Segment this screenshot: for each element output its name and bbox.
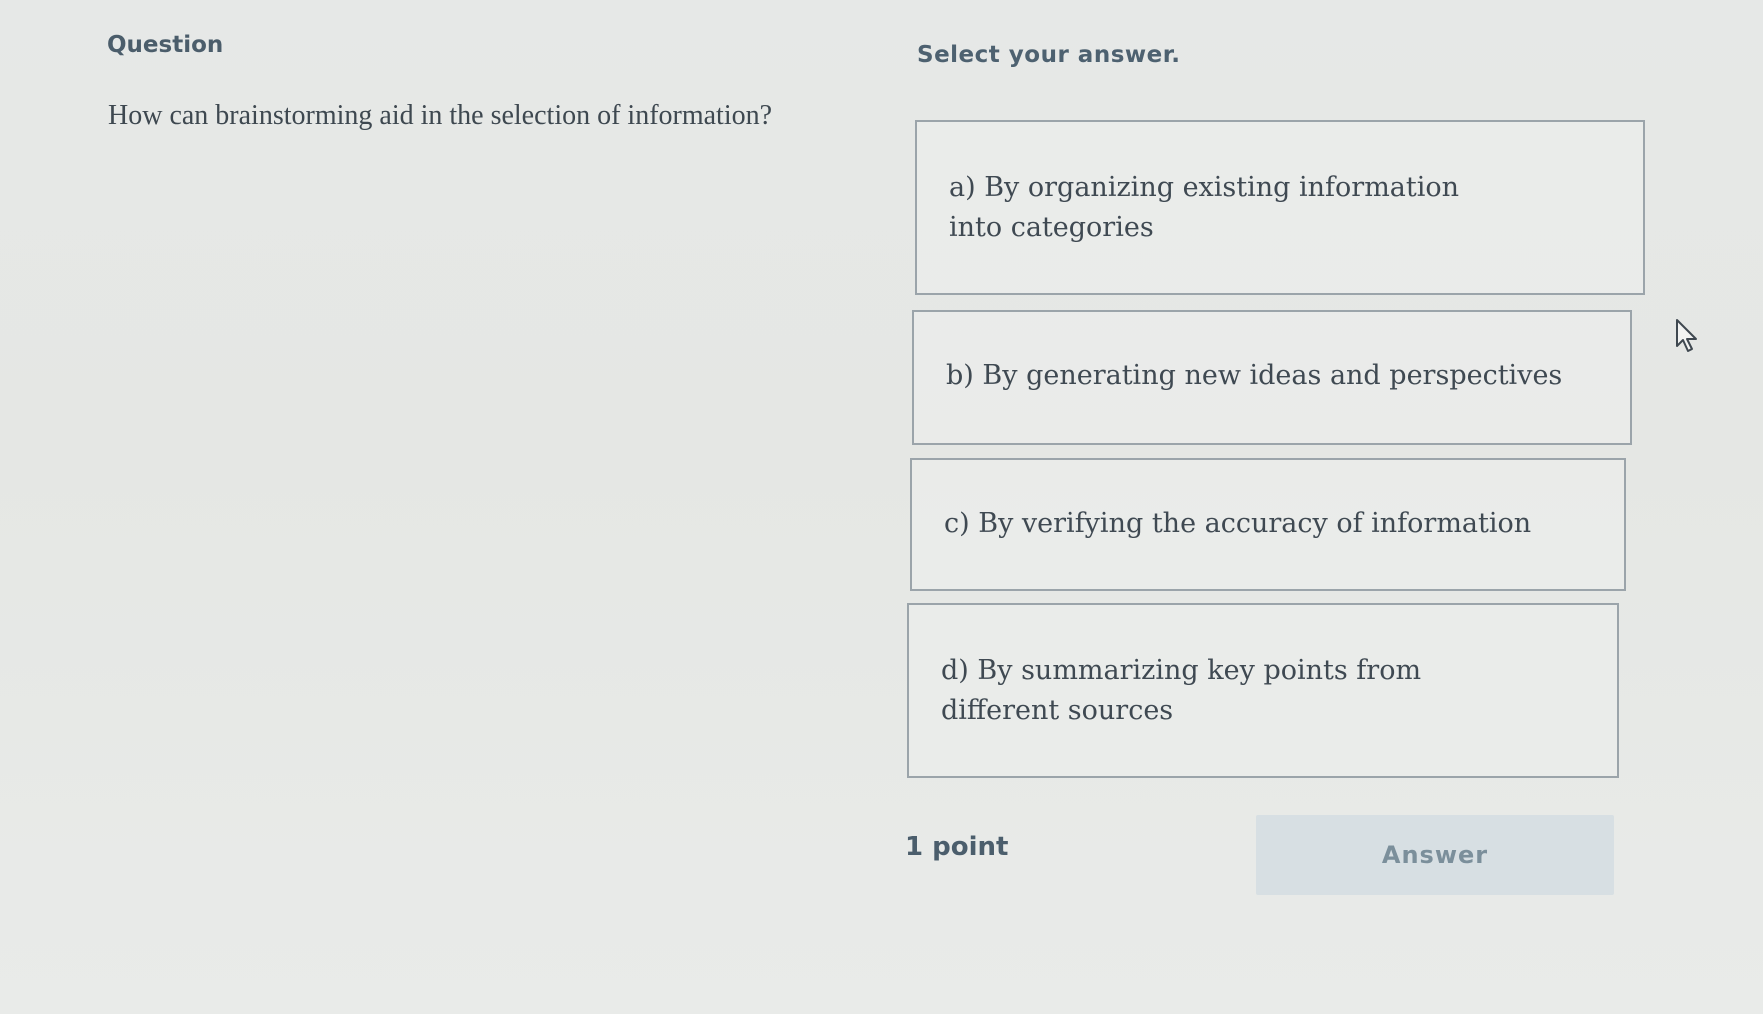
answer-option-d[interactable]: d) By summarizing key points from differ… xyxy=(907,603,1619,778)
answer-option-c-text: c) By verifying the accuracy of informat… xyxy=(944,508,1532,539)
question-text: How can brainstorming aid in the selecti… xyxy=(108,100,773,131)
answer-button[interactable]: Answer xyxy=(1256,815,1614,895)
answer-option-a[interactable]: a) By organizing existing information in… xyxy=(915,120,1645,295)
points-value: 1 point xyxy=(905,832,1009,862)
select-answer-prompt: Select your answer. xyxy=(917,42,1181,68)
answer-option-c[interactable]: c) By verifying the accuracy of informat… xyxy=(910,458,1626,591)
mouse-pointer-icon xyxy=(1676,319,1697,352)
answer-option-b-text: b) By generating new ideas and perspecti… xyxy=(946,360,1563,391)
question-label: Question xyxy=(107,32,224,58)
answer-option-d-text: d) By summarizing key points from differ… xyxy=(941,655,1422,726)
answer-option-b[interactable]: b) By generating new ideas and perspecti… xyxy=(912,310,1632,445)
answer-option-a-text: a) By organizing existing information in… xyxy=(949,172,1460,243)
